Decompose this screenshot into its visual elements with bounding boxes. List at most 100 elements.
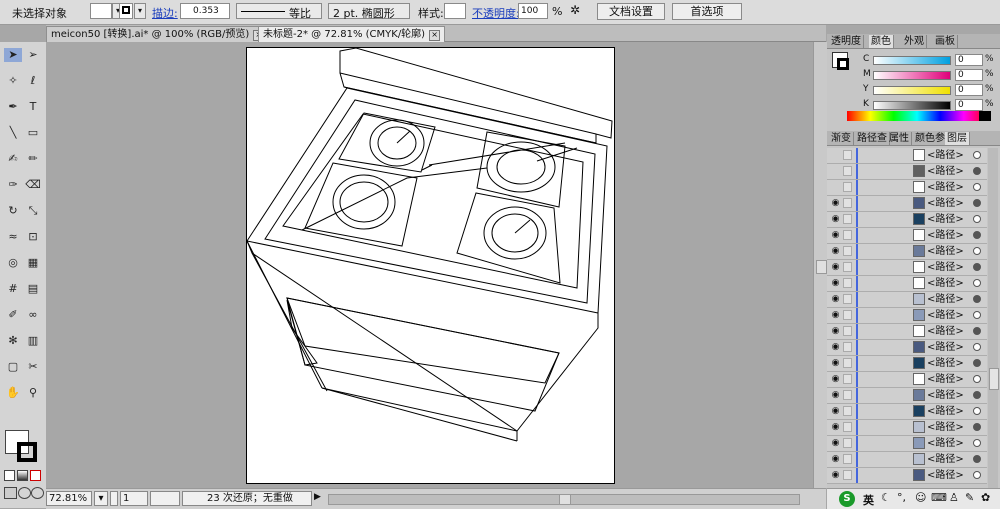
eyedropper-icon[interactable]: ✐ bbox=[4, 308, 22, 322]
close-icon[interactable]: × bbox=[429, 30, 441, 41]
lock-toggle[interactable] bbox=[843, 198, 852, 208]
skin-icon[interactable]: ✎ bbox=[965, 491, 974, 504]
target-icon[interactable] bbox=[973, 183, 981, 191]
hand-icon[interactable]: ✋ bbox=[4, 386, 22, 400]
layer-name[interactable]: <路径> bbox=[927, 245, 964, 258]
channel-value[interactable]: 0 bbox=[955, 84, 983, 96]
layer-name[interactable]: <路径> bbox=[927, 277, 964, 290]
ime-language[interactable]: 英 bbox=[863, 492, 874, 508]
opacity-label[interactable]: 不透明度: bbox=[472, 5, 520, 21]
layers-scrollbar[interactable] bbox=[988, 148, 999, 488]
vertical-scrollbar[interactable] bbox=[813, 42, 827, 488]
target-icon[interactable] bbox=[973, 247, 981, 255]
lock-toggle[interactable] bbox=[843, 150, 852, 160]
shape-builder-icon[interactable]: ◎ bbox=[4, 256, 22, 270]
lock-toggle[interactable] bbox=[843, 454, 852, 464]
eye-icon[interactable]: ◉ bbox=[831, 246, 840, 256]
symbol-sprayer-icon[interactable]: ✻ bbox=[4, 334, 22, 348]
brush-select[interactable]: 2 pt. 椭圆形 bbox=[328, 3, 410, 20]
layer-row[interactable]: ◉ <路径> bbox=[827, 404, 987, 420]
lock-toggle[interactable] bbox=[843, 182, 852, 192]
layer-name[interactable]: <路径> bbox=[927, 309, 964, 322]
lock-toggle[interactable] bbox=[843, 470, 852, 480]
target-icon[interactable] bbox=[973, 359, 981, 367]
opacity-field[interactable]: 100 bbox=[518, 3, 548, 19]
tab-appearance[interactable]: 外观 bbox=[902, 35, 927, 48]
layer-name[interactable]: <路径> bbox=[927, 373, 964, 386]
eye-icon[interactable]: ◉ bbox=[831, 358, 840, 368]
layer-row[interactable]: ◉ <路径> bbox=[827, 436, 987, 452]
target-icon[interactable] bbox=[973, 199, 981, 207]
lock-toggle[interactable] bbox=[843, 326, 852, 336]
panel-stroke-box[interactable] bbox=[837, 58, 849, 70]
layer-row[interactable]: ◉ <路径> bbox=[827, 356, 987, 372]
eye-icon[interactable]: ◉ bbox=[831, 262, 840, 272]
color-spectrum[interactable] bbox=[847, 111, 987, 121]
draw-behind-icon[interactable] bbox=[18, 487, 31, 499]
free-transform-icon[interactable]: ⊡ bbox=[24, 230, 42, 244]
target-icon[interactable] bbox=[973, 343, 981, 351]
recolor-icon[interactable]: ✲ bbox=[570, 3, 580, 17]
lock-toggle[interactable] bbox=[843, 374, 852, 384]
channel-value[interactable]: 0 bbox=[955, 99, 983, 111]
target-icon[interactable] bbox=[973, 263, 981, 271]
magic-wand-icon[interactable]: ✧ bbox=[4, 74, 22, 88]
layer-name[interactable]: <路径> bbox=[927, 197, 964, 210]
lock-toggle[interactable] bbox=[843, 422, 852, 432]
settings-icon[interactable]: ✿ bbox=[981, 491, 990, 504]
layer-name[interactable]: <路径> bbox=[927, 405, 964, 418]
layer-row[interactable]: <路径> bbox=[827, 148, 987, 164]
layer-row[interactable]: <路径> bbox=[827, 164, 987, 180]
eye-icon[interactable]: ◉ bbox=[831, 198, 840, 208]
lock-toggle[interactable] bbox=[843, 406, 852, 416]
layer-name[interactable]: <路径> bbox=[927, 421, 964, 434]
lock-toggle[interactable] bbox=[843, 278, 852, 288]
target-icon[interactable] bbox=[973, 151, 981, 159]
artboard-number-field[interactable]: 1 bbox=[120, 491, 148, 506]
stroke-weight-field[interactable]: 0.353 bbox=[180, 3, 230, 19]
none-mode-icon[interactable] bbox=[30, 470, 41, 481]
layer-name[interactable]: <路径> bbox=[927, 149, 964, 162]
layer-row[interactable]: ◉ <路径> bbox=[827, 244, 987, 260]
warp-icon[interactable]: ≈ bbox=[4, 230, 22, 244]
zoom-icon[interactable]: ⚲ bbox=[24, 386, 42, 400]
layer-row[interactable]: ◉ <路径> bbox=[827, 308, 987, 324]
horizontal-scrollbar[interactable] bbox=[328, 494, 800, 505]
layer-row[interactable]: ◉ <路径> bbox=[827, 228, 987, 244]
doc-tab-1[interactable]: meicon50 [转换].ai* @ 100% (RGB/预览)× bbox=[46, 26, 270, 42]
layer-name[interactable]: <路径> bbox=[927, 453, 964, 466]
layer-row[interactable]: ◉ <路径> bbox=[827, 468, 987, 484]
target-icon[interactable] bbox=[973, 231, 981, 239]
artboard-icon[interactable]: ▢ bbox=[4, 360, 22, 374]
canvas-area[interactable] bbox=[46, 42, 826, 488]
slice-icon[interactable]: ✂ bbox=[24, 360, 42, 374]
layer-name[interactable]: <路径> bbox=[927, 229, 964, 242]
punctuation-icon[interactable]: °, bbox=[897, 491, 906, 504]
draw-normal-icon[interactable] bbox=[4, 487, 17, 499]
eye-icon[interactable]: ◉ bbox=[831, 214, 840, 224]
type-icon[interactable]: T bbox=[24, 100, 42, 114]
rectangle-icon[interactable]: ▭ bbox=[24, 126, 42, 140]
lock-toggle[interactable] bbox=[843, 246, 852, 256]
channel-value[interactable]: 0 bbox=[955, 54, 983, 66]
layer-name[interactable]: <路径> bbox=[927, 261, 964, 274]
column-graph-icon[interactable]: ▥ bbox=[24, 334, 42, 348]
paintbrush-icon[interactable]: ✍ bbox=[4, 152, 22, 166]
stroke-dropdown[interactable]: ▾ bbox=[134, 3, 146, 19]
line-icon[interactable]: ╲ bbox=[4, 126, 22, 140]
layer-row[interactable]: ◉ <路径> bbox=[827, 388, 987, 404]
eye-icon[interactable]: ◉ bbox=[831, 374, 840, 384]
document-setup-button[interactable]: 文档设置 bbox=[597, 3, 665, 20]
lock-toggle[interactable] bbox=[843, 342, 852, 352]
lasso-icon[interactable]: ℓ bbox=[24, 74, 42, 88]
eye-icon[interactable]: ◉ bbox=[831, 294, 840, 304]
channel-slider[interactable] bbox=[873, 86, 951, 95]
target-icon[interactable] bbox=[973, 311, 981, 319]
layer-name[interactable]: <路径> bbox=[927, 341, 964, 354]
zoom-dropdown[interactable]: ▾ bbox=[94, 491, 108, 506]
stroke-profile-select[interactable]: 等比 bbox=[236, 3, 322, 20]
layer-row[interactable]: ◉ <路径> bbox=[827, 292, 987, 308]
channel-slider[interactable] bbox=[873, 101, 951, 110]
layer-row[interactable]: ◉ <路径> bbox=[827, 324, 987, 340]
target-icon[interactable] bbox=[973, 215, 981, 223]
